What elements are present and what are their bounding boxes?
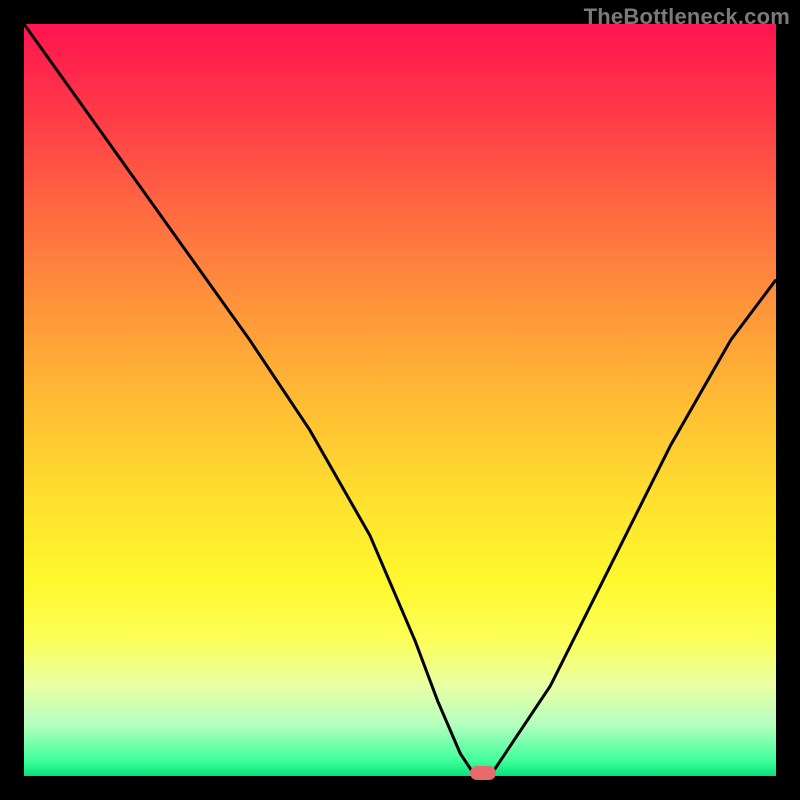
curve-path [24,24,776,776]
watermark-text: TheBottleneck.com [584,4,790,30]
plot-area [24,24,776,776]
bottleneck-curve [24,24,776,776]
chart-frame: TheBottleneck.com [0,0,800,800]
optimal-point-marker [470,766,496,780]
